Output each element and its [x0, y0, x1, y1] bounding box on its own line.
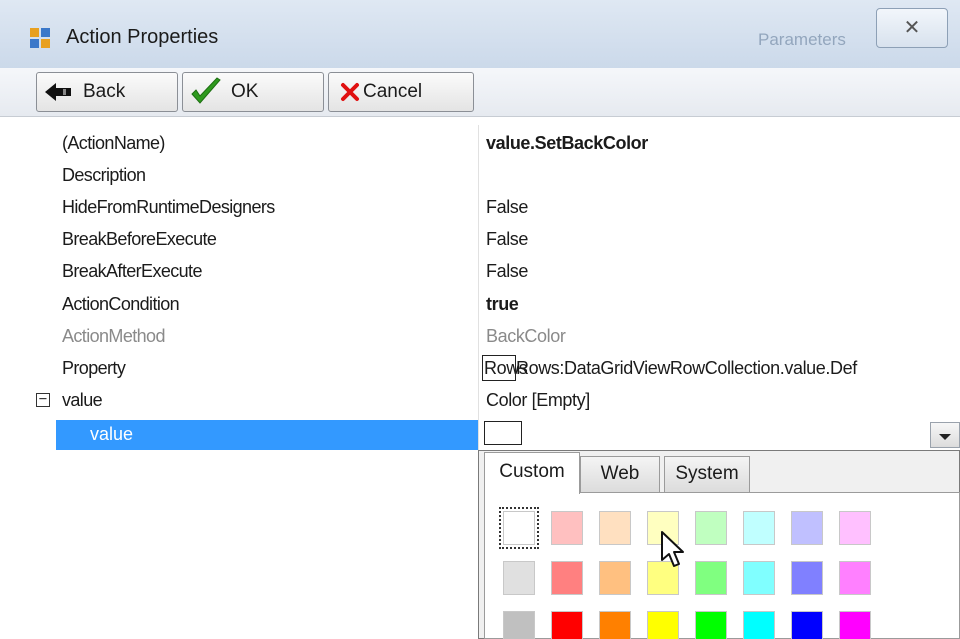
title-bar: Action Properties Parameters ✕ [0, 0, 960, 69]
dropdown-arrow-button[interactable] [930, 422, 960, 448]
checkmark-icon [191, 77, 221, 104]
ok-button[interactable]: OK [182, 72, 324, 112]
color-swatch[interactable] [839, 611, 871, 639]
color-swatch[interactable] [791, 561, 823, 595]
color-swatch[interactable] [503, 561, 535, 595]
custom-color-panel [484, 492, 960, 639]
property-row-value-selected[interactable]: value [56, 420, 478, 450]
color-swatch[interactable] [791, 511, 823, 545]
back-arrow-icon [45, 83, 71, 101]
color-swatch[interactable] [743, 611, 775, 639]
color-swatch[interactable] [695, 611, 727, 639]
color-swatch[interactable] [647, 611, 679, 639]
color-swatch[interactable] [551, 561, 583, 595]
property-row-value-group[interactable]: value Color [Empty] [0, 385, 960, 417]
mouse-pointer-icon [661, 531, 684, 567]
tab-custom[interactable]: Custom [484, 452, 580, 494]
tab-system[interactable]: System [664, 456, 750, 492]
color-swatch[interactable] [551, 611, 583, 639]
cancel-button[interactable]: Cancel [328, 72, 474, 112]
color-swatch[interactable] [599, 561, 631, 595]
color-swatch[interactable] [791, 611, 823, 639]
close-button[interactable]: ✕ [876, 8, 948, 48]
property-row-breakafterexecute[interactable]: BreakAfterExecute False [0, 256, 960, 288]
color-swatch[interactable] [551, 511, 583, 545]
red-x-icon [341, 83, 359, 101]
toolbar: Back OK Cancel [0, 68, 960, 117]
color-swatch[interactable] [743, 511, 775, 545]
color-value-swatch[interactable] [484, 421, 522, 445]
back-button[interactable]: Back [36, 72, 178, 112]
property-row-property[interactable]: Property Rows Rows:DataGridViewRowCollec… [0, 353, 960, 385]
tab-web[interactable]: Web [580, 456, 660, 492]
property-row-description[interactable]: Description [0, 160, 960, 192]
rows-icon-box [482, 355, 516, 381]
color-swatch[interactable] [503, 611, 535, 639]
properties-window-icon [30, 26, 52, 48]
color-swatch[interactable] [743, 561, 775, 595]
property-row-actionmethod[interactable]: ActionMethod BackColor [0, 321, 960, 353]
background-window-hint: Parameters [758, 30, 846, 49]
color-swatch[interactable] [839, 561, 871, 595]
property-row-actioncondition[interactable]: ActionCondition true [0, 289, 960, 321]
window-title: Action Properties [66, 26, 219, 48]
color-swatch[interactable] [695, 561, 727, 595]
color-swatch[interactable] [599, 611, 631, 639]
color-swatch[interactable] [499, 507, 539, 549]
property-row-hidefromruntimedesigners[interactable]: HideFromRuntimeDesigners False [0, 192, 960, 224]
action-properties-window: Action Properties Parameters ✕ Back OK C… [0, 0, 960, 639]
property-row-actionname[interactable]: (ActionName) value.SetBackColor [0, 128, 960, 160]
color-swatch[interactable] [599, 511, 631, 545]
collapse-icon[interactable]: − [36, 392, 50, 407]
property-row-breakbeforeexecute[interactable]: BreakBeforeExecute False [0, 224, 960, 256]
close-icon: ✕ [903, 17, 921, 39]
color-swatch[interactable] [695, 511, 727, 545]
color-swatch[interactable] [839, 511, 871, 545]
